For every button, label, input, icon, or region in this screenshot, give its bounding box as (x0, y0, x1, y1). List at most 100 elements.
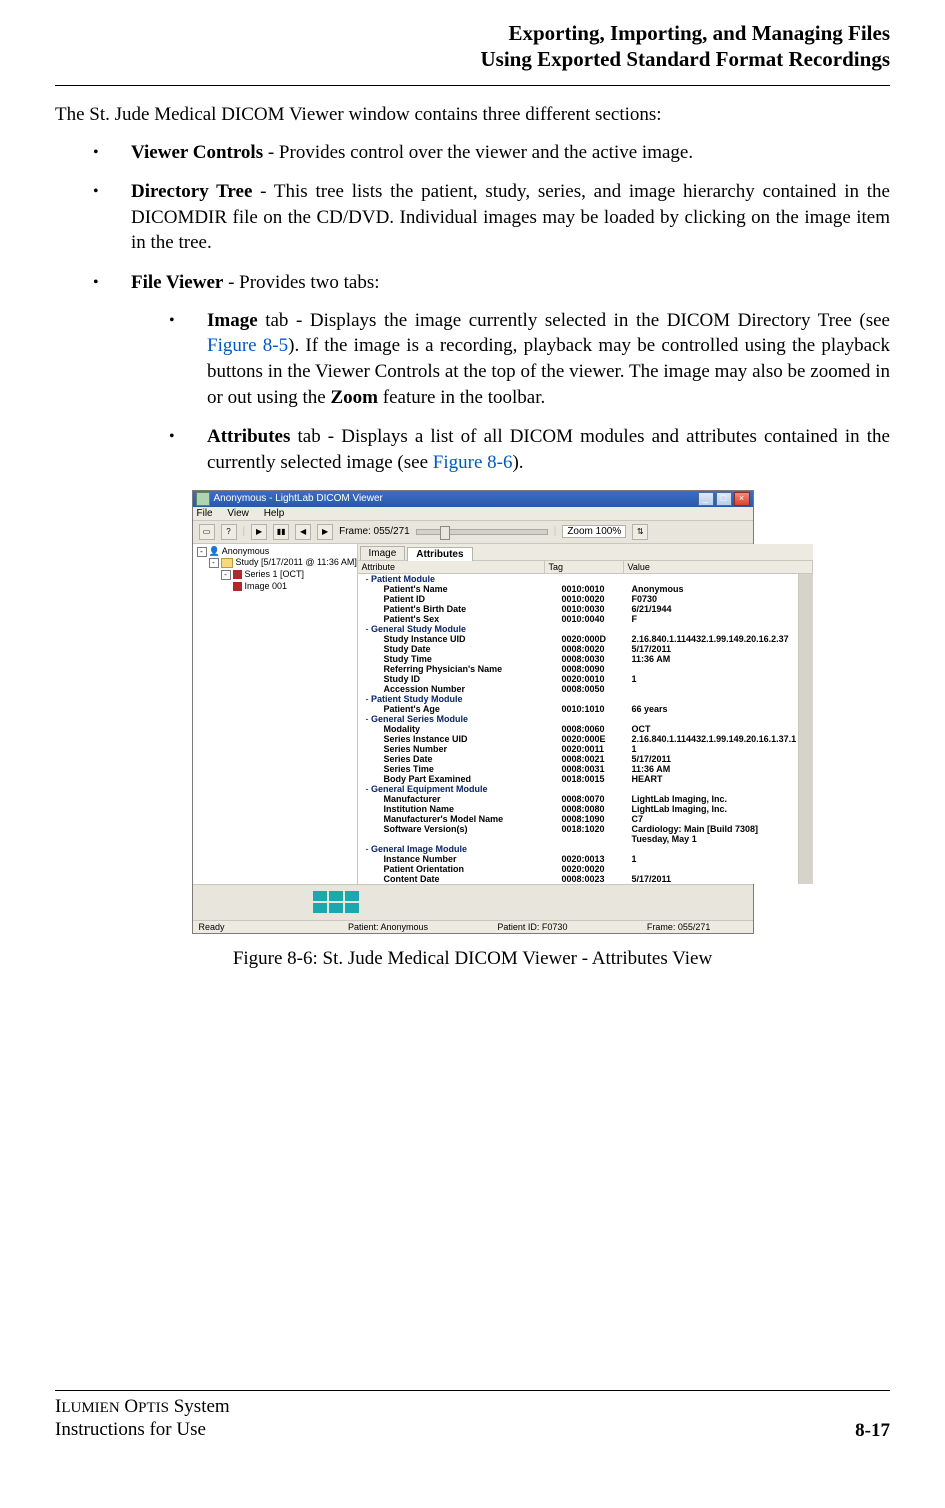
thumbnail-bar (193, 884, 753, 920)
col-attribute: Attribute (358, 561, 545, 573)
menu-view[interactable]: View (227, 508, 249, 519)
help-button[interactable]: ? (221, 524, 237, 540)
figure-caption: Figure 8-6: St. Jude Medical DICOM Viewe… (55, 948, 890, 970)
window-title: Anonymous - LightLab DICOM Viewer (214, 493, 383, 504)
attr-name: Patient's Sex (358, 614, 562, 624)
frame-slider[interactable] (416, 529, 548, 535)
toolbar: ▭ ? | ▶ ▮▮ ◀ ▶ Frame: 055/271 | Zoom 100… (193, 521, 753, 544)
attr-name: Manufacturer (358, 794, 562, 804)
attr-tag: 0008:0050 (562, 684, 632, 694)
close-button[interactable]: × (734, 492, 750, 506)
attribute-row: Patient's Sex0010:0040F (358, 614, 798, 624)
tree-root[interactable]: -👤 Anonymous (195, 546, 355, 558)
menu-file[interactable]: File (197, 508, 213, 519)
figure-dicom-viewer: Anonymous - LightLab DICOM Viewer _ □ × … (192, 490, 754, 934)
attr-name: Study Date (358, 644, 562, 654)
frame-label: Frame: 055/271 (339, 526, 410, 537)
attr-name: Study Instance UID (358, 634, 562, 644)
status-ready: Ready (199, 922, 348, 932)
attr-value: 2.16.840.1.114432.1.99.149.20.16.2.37 (632, 634, 798, 644)
pause-button[interactable]: ▮▮ (273, 524, 289, 540)
attr-tag: 0020:0011 (562, 744, 632, 754)
menu-help[interactable]: Help (264, 508, 285, 519)
thumbnail-grid-icon (313, 891, 359, 913)
attr-name: Series Number (358, 744, 562, 754)
attr-name: Instance Number (358, 854, 562, 864)
attribute-row: Study ID0020:00101 (358, 674, 798, 684)
attr-tag: 0008:0031 (562, 764, 632, 774)
minimize-button[interactable]: _ (698, 492, 714, 506)
tree-image[interactable]: Image 001 (195, 581, 355, 593)
attr-tag: 0010:0030 (562, 604, 632, 614)
attribute-row: Patient Orientation0020:0020 (358, 864, 798, 874)
play-button[interactable]: ▶ (251, 524, 267, 540)
tab-image[interactable]: Image (360, 546, 406, 560)
sub-bold: Attributes (207, 426, 290, 447)
module-header[interactable]: - General Series Module (358, 714, 798, 724)
zoom-stepper[interactable]: ⇅ (632, 524, 648, 540)
bullet-text: - Provides two tabs: (223, 272, 379, 293)
module-header[interactable]: - General Study Module (358, 624, 798, 634)
module-header[interactable]: - Patient Study Module (358, 694, 798, 704)
status-frame: Frame: 055/271 (647, 922, 747, 932)
attribute-row: Software Version(s)0018:1020Cardiology: … (358, 824, 798, 844)
attr-value: OCT (632, 724, 798, 734)
attribute-row: Series Time0008:003111:36 AM (358, 764, 798, 774)
attr-value: 11:36 AM (632, 654, 798, 664)
attr-tag: 0010:0040 (562, 614, 632, 624)
footer-line2: Instructions for Use (55, 1418, 230, 1442)
link-figure-8-5[interactable]: Figure 8-5 (207, 335, 288, 356)
attribute-row: Manufacturer0008:0070LightLab Imaging, I… (358, 794, 798, 804)
header-line-1: Exporting, Importing, and Managing Files (55, 20, 890, 46)
attribute-row: Series Number0020:00111 (358, 744, 798, 754)
module-header[interactable]: - Patient Module (358, 574, 798, 584)
attr-name: Accession Number (358, 684, 562, 694)
bullet-bold: Directory Tree (131, 181, 252, 202)
attr-name: Body Part Examined (358, 774, 562, 784)
attr-tag: 0008:0080 (562, 804, 632, 814)
attribute-row: Study Instance UID0020:000D2.16.840.1.11… (358, 634, 798, 644)
prev-frame-button[interactable]: ◀ (295, 524, 311, 540)
header-rule (55, 85, 890, 86)
next-frame-button[interactable]: ▶ (317, 524, 333, 540)
attr-value: Cardiology: Main [Build 7308] Tuesday, M… (632, 824, 798, 844)
attr-name: Study Time (358, 654, 562, 664)
attr-name: Referring Physician's Name (358, 664, 562, 674)
attr-value: LightLab Imaging, Inc. (632, 804, 798, 814)
maximize-button[interactable]: □ (716, 492, 732, 506)
bullet-bold: File Viewer (131, 272, 223, 293)
attr-value: 5/17/2011 (632, 754, 798, 764)
link-figure-8-6[interactable]: Figure 8-6 (433, 452, 513, 473)
attr-value: 6/21/1944 (632, 604, 798, 614)
attribute-row: Series Date0008:00215/17/2011 (358, 754, 798, 764)
attr-name: Patient Orientation (358, 864, 562, 874)
sub-bullet-image-tab: Image tab - Displays the image currently… (169, 308, 890, 411)
attr-tag: 0020:0010 (562, 674, 632, 684)
open-button[interactable]: ▭ (199, 524, 215, 540)
status-patient-id: Patient ID: F0730 (497, 922, 646, 932)
directory-tree[interactable]: -👤 Anonymous -Study [5/17/2011 @ 11:36 A… (193, 544, 358, 884)
module-header[interactable]: - General Image Module (358, 844, 798, 854)
tree-series[interactable]: -Series 1 [OCT] (195, 569, 355, 581)
sub-seg: tab - Displays a list of all DICOM modul… (207, 426, 890, 473)
module-header[interactable]: - General Equipment Module (358, 784, 798, 794)
tree-study[interactable]: -Study [5/17/2011 @ 11:36 AM] (195, 557, 355, 569)
sub-bold: Image (207, 310, 258, 331)
attribute-row: Instance Number0020:00131 (358, 854, 798, 864)
status-bar: Ready Patient: Anonymous Patient ID: F07… (193, 920, 753, 933)
scrollbar-vertical[interactable] (798, 574, 813, 884)
window-titlebar: Anonymous - LightLab DICOM Viewer _ □ × (193, 491, 753, 507)
attr-value: 11:36 AM (632, 764, 798, 774)
attr-name: Series Date (358, 754, 562, 764)
zoom-field[interactable]: Zoom 100% (562, 525, 626, 538)
attr-tag: 0020:000E (562, 734, 632, 744)
attribute-row: Series Instance UID0020:000E2.16.840.1.1… (358, 734, 798, 744)
attr-name: Study ID (358, 674, 562, 684)
tab-attributes[interactable]: Attributes (407, 547, 472, 561)
tab-bar: Image Attributes (358, 544, 813, 561)
page-footer: ILUMIEN OPTIS System Instructions for Us… (55, 1390, 890, 1443)
attr-tag: 0010:0020 (562, 594, 632, 604)
bullet-bold: Viewer Controls (131, 142, 263, 163)
attr-tag: 0010:0010 (562, 584, 632, 594)
sub-seg: ). (512, 452, 523, 473)
